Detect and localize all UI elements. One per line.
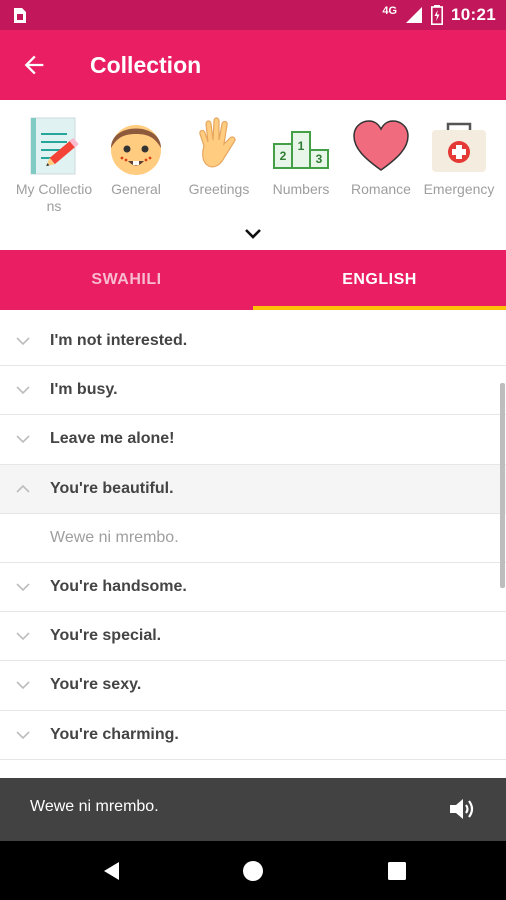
language-tabs: SWAHILI ENGLISH: [0, 250, 506, 310]
podium-icon: 1 2 3: [273, 131, 329, 169]
back-nav-icon[interactable]: [100, 859, 124, 883]
category-my-collections[interactable]: My Collections: [15, 116, 93, 215]
waving-hand-icon: [199, 117, 236, 168]
list-item-expanded[interactable]: You're beautiful.: [0, 464, 506, 514]
phrase-text: You're handsome.: [50, 578, 187, 596]
category-strip: My Collections General Greetings 1 2 3 N…: [0, 100, 506, 250]
player-text: Wewe ni mrembo.: [30, 798, 159, 815]
heart-icon: [353, 120, 409, 171]
category-label: My Collections: [15, 181, 93, 214]
phrase-text: You're charming.: [50, 725, 179, 743]
phrase-text: You're sexy.: [50, 676, 142, 694]
translation-text: Wewe ni mrembo.: [50, 528, 179, 546]
chevron-down-icon: [16, 386, 30, 395]
home-nav-icon[interactable]: [241, 859, 265, 883]
chevron-down-icon: [16, 681, 30, 690]
first-aid-kit-icon: [432, 122, 486, 172]
list-item[interactable]: You're special.: [0, 612, 506, 662]
category-label: General: [111, 181, 161, 197]
category-label: Emergency: [423, 181, 495, 197]
app-bar: Collection: [0, 30, 506, 100]
status-bar: 4G 10:21: [0, 0, 506, 30]
category-emergency[interactable]: Emergency: [420, 116, 498, 198]
phrase-text: You're special.: [50, 627, 162, 645]
signal-icon: [406, 7, 423, 23]
category-numbers[interactable]: 1 2 3 Numbers: [262, 116, 340, 198]
svg-text:2: 2: [280, 149, 287, 163]
tab-indicator: [253, 306, 506, 310]
chevron-down-icon[interactable]: [243, 227, 263, 241]
list-item[interactable]: You're sexy.: [0, 661, 506, 711]
chevron-down-icon: [16, 731, 30, 739]
arrow-back-icon[interactable]: [20, 51, 48, 79]
phrase-text: I'm not interested.: [50, 332, 188, 350]
category-romance[interactable]: Romance: [342, 116, 420, 198]
recents-nav-icon[interactable]: [385, 859, 409, 883]
list-item[interactable]: I'm busy.: [0, 366, 506, 416]
chevron-up-icon: [16, 484, 30, 493]
svg-text:1: 1: [298, 139, 305, 153]
category-general[interactable]: General: [97, 116, 175, 198]
chevron-down-icon: [16, 632, 30, 641]
battery-icon: [431, 5, 444, 25]
phrase-list: I'm not interested. I'm busy. Leave me a…: [0, 317, 506, 777]
clock: 10:21: [451, 5, 496, 24]
category-greetings[interactable]: Greetings: [180, 116, 258, 198]
sim-card-icon: [14, 8, 26, 23]
page-title: Collection: [90, 52, 202, 78]
svg-text:3: 3: [316, 152, 323, 166]
phrase-translation[interactable]: Wewe ni mrembo.: [0, 514, 506, 563]
chevron-down-icon: [16, 583, 30, 592]
phrase-text: I'm busy.: [50, 381, 118, 399]
audio-player-bar: Wewe ni mrembo.: [0, 778, 506, 841]
volume-icon[interactable]: [448, 796, 476, 822]
list-item[interactable]: You're handsome.: [0, 563, 506, 613]
list-item[interactable]: You're charming.: [0, 711, 506, 760]
phrase-text: You're beautiful.: [50, 479, 174, 497]
chevron-down-icon: [16, 337, 30, 346]
list-item[interactable]: I'm not interested.: [0, 317, 506, 367]
category-label: Greetings: [188, 181, 250, 197]
network-type: 4G: [382, 5, 398, 17]
tab-swahili[interactable]: SWAHILI: [0, 250, 253, 310]
category-label: Numbers: [272, 181, 330, 197]
category-label: Romance: [351, 181, 411, 197]
chevron-down-icon: [16, 435, 30, 444]
scrollbar[interactable]: [500, 383, 505, 588]
phrase-text: Leave me alone!: [50, 430, 175, 448]
smiling-face-icon: [111, 125, 161, 175]
system-nav-bar: [0, 841, 506, 900]
list-item[interactable]: Leave me alone!: [0, 415, 506, 465]
notebook-pencil-icon: [30, 117, 79, 175]
tab-english[interactable]: ENGLISH: [253, 250, 506, 310]
